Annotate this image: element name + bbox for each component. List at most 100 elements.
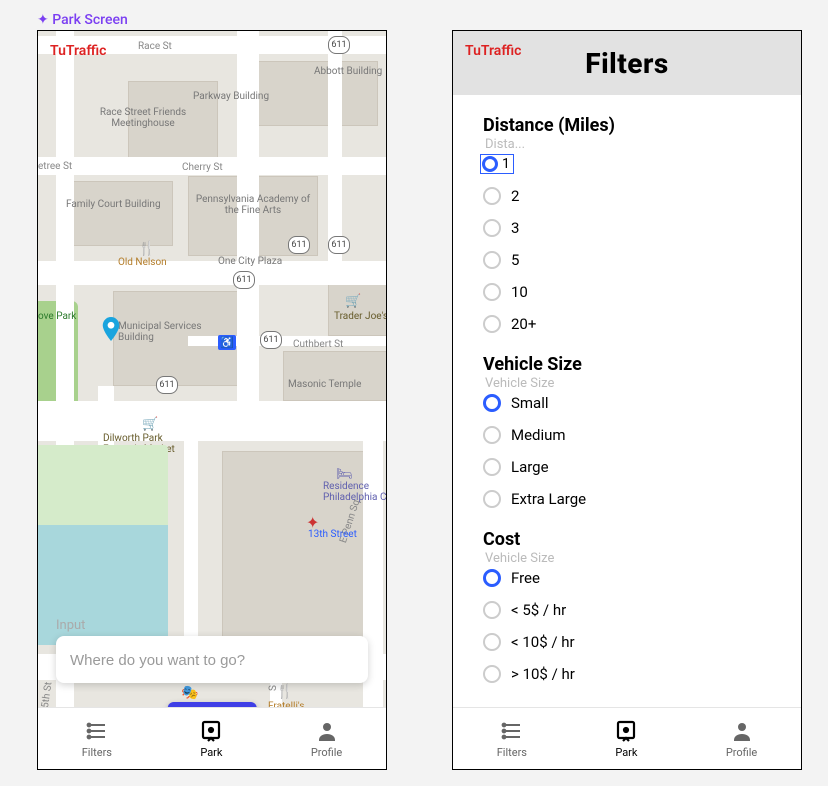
nav-label: Filters xyxy=(82,746,112,759)
map-poi-label: Old Nelson xyxy=(118,257,167,268)
radio-option[interactable]: 1 xyxy=(483,148,779,180)
nav-profile[interactable]: Profile xyxy=(311,719,342,759)
bottom-nav: Filters Park Profile xyxy=(38,707,386,769)
radio-option[interactable]: Small xyxy=(483,387,779,419)
map-poi-label: Abbott Building xyxy=(314,66,382,77)
map-street-label: Cherry St xyxy=(182,162,223,173)
radio-option[interactable]: < 5$ / hr xyxy=(483,594,779,626)
radio-option[interactable]: 5 xyxy=(483,244,779,276)
page-title: Filters xyxy=(585,47,669,80)
search-card xyxy=(56,636,368,683)
nav-park[interactable]: Park xyxy=(614,719,638,759)
option-label: Extra Large xyxy=(511,490,586,508)
profile-icon xyxy=(315,719,339,743)
map-poi-label: Municipal Services Building xyxy=(118,321,218,343)
radio-icon xyxy=(482,156,498,172)
location-pin-icon[interactable] xyxy=(102,317,120,341)
radio-icon xyxy=(483,426,501,444)
building-block xyxy=(68,181,173,246)
park-icon xyxy=(614,719,638,743)
radio-icon xyxy=(483,569,501,587)
radio-icon xyxy=(483,219,501,237)
option-label: 5 xyxy=(511,251,519,269)
option-label: < 5$ / hr xyxy=(511,601,566,619)
map-canvas[interactable]: Race St Cherry St Cuthbert St S Juniper … xyxy=(38,31,386,707)
filters-screen-phone: TuTraffic Filters Distance (Miles)Dista.… xyxy=(452,30,802,770)
restaurant-icon: 🍴 xyxy=(138,241,155,257)
radio-icon xyxy=(483,601,501,619)
radio-option[interactable]: > 10$ / hr xyxy=(483,658,779,690)
radio-icon xyxy=(483,187,501,205)
transit-station-icon: ✦ xyxy=(306,513,319,532)
shopping-icon: 🛒 xyxy=(345,294,361,309)
map-poi-label: Parkway Building xyxy=(193,91,269,102)
nav-filters[interactable]: Filters xyxy=(497,719,527,759)
radio-icon xyxy=(483,633,501,651)
map-poi-label: Residence Philadelphia C xyxy=(323,481,386,503)
radio-option[interactable]: Extra Large xyxy=(483,483,779,515)
map-street-label: Race St xyxy=(138,41,172,52)
route-shield: 611 xyxy=(288,236,310,254)
filters-icon xyxy=(500,719,524,743)
radio-option[interactable]: 20+ xyxy=(483,308,779,340)
option-label: Free xyxy=(511,569,540,587)
section-title: Vehicle Size xyxy=(483,354,779,375)
nav-park[interactable]: Park xyxy=(199,719,223,759)
option-label: > 10$ / hr xyxy=(511,665,575,683)
restaurant-icon: 🍴 xyxy=(276,684,293,700)
section-title: Distance (Miles) xyxy=(483,115,779,136)
road xyxy=(237,31,259,411)
map-poi-label: Family Court Building xyxy=(66,199,161,210)
route-shield: 611 xyxy=(328,36,350,54)
lodging-icon: 🛏 xyxy=(336,467,353,482)
filter-section-vehicle: Vehicle SizeVehicle SizeSmallMediumLarge… xyxy=(483,354,779,515)
brand-logo-text: TuTraffic xyxy=(50,43,106,59)
nav-label: Profile xyxy=(726,746,757,759)
map-poi-label: Race Street Friends Meetinghouse xyxy=(88,107,198,129)
park-icon xyxy=(199,719,223,743)
filter-section-distance: Distance (Miles)Dista...12351020+ xyxy=(483,115,779,340)
radio-option[interactable]: Free xyxy=(483,562,779,594)
radio-icon xyxy=(483,283,501,301)
search-input[interactable] xyxy=(70,652,354,669)
option-label: 2 xyxy=(511,187,519,205)
nav-label: Park xyxy=(200,746,222,759)
road xyxy=(38,401,386,441)
radio-icon xyxy=(483,315,501,333)
building-block xyxy=(283,351,386,401)
park-screen-phone: TuTraffic Race St Cherry St Cuthbert St … xyxy=(37,30,387,770)
nav-label: Filters xyxy=(497,746,527,759)
option-label: < 10$ / hr xyxy=(511,633,575,651)
radio-icon xyxy=(483,458,501,476)
radio-option[interactable]: 2 xyxy=(483,180,779,212)
brand-logo-text: TuTraffic xyxy=(465,43,521,59)
screen-label: Park Screen xyxy=(37,12,128,28)
radio-option[interactable]: Large xyxy=(483,451,779,483)
bottom-nav: Filters Park Profile xyxy=(453,707,801,769)
map-poi-label: One City Plaza xyxy=(218,256,282,267)
option-label: 1 xyxy=(502,156,510,172)
section-title: Cost xyxy=(483,529,779,550)
radio-option[interactable]: < 10$ / hr xyxy=(483,626,779,658)
nav-label: Profile xyxy=(311,746,342,759)
option-label: 10 xyxy=(511,283,528,301)
radio-option[interactable]: Medium xyxy=(483,419,779,451)
map-street-label: Cuthbert St xyxy=(293,339,343,350)
nav-profile[interactable]: Profile xyxy=(726,719,757,759)
option-label: Medium xyxy=(511,426,566,444)
route-shield: 611 xyxy=(233,271,255,289)
nav-filters[interactable]: Filters xyxy=(82,719,112,759)
radio-icon xyxy=(483,251,501,269)
radio-icon xyxy=(483,394,501,412)
map-poi-label: ove Park xyxy=(38,311,76,322)
radio-icon xyxy=(483,490,501,508)
route-shield: 611 xyxy=(156,376,178,394)
shopping-icon: 🛒 xyxy=(142,417,158,432)
filter-section-cost: CostVehicle SizeFree< 5$ / hr< 10$ / hr>… xyxy=(483,529,779,690)
route-shield: 611 xyxy=(328,236,350,254)
radio-option[interactable]: 3 xyxy=(483,212,779,244)
radio-option[interactable]: 10 xyxy=(483,276,779,308)
filters-header: Filters xyxy=(453,31,801,95)
filters-icon xyxy=(85,719,109,743)
filters-body[interactable]: Distance (Miles)Dista...12351020+ Vehicl… xyxy=(453,95,801,707)
